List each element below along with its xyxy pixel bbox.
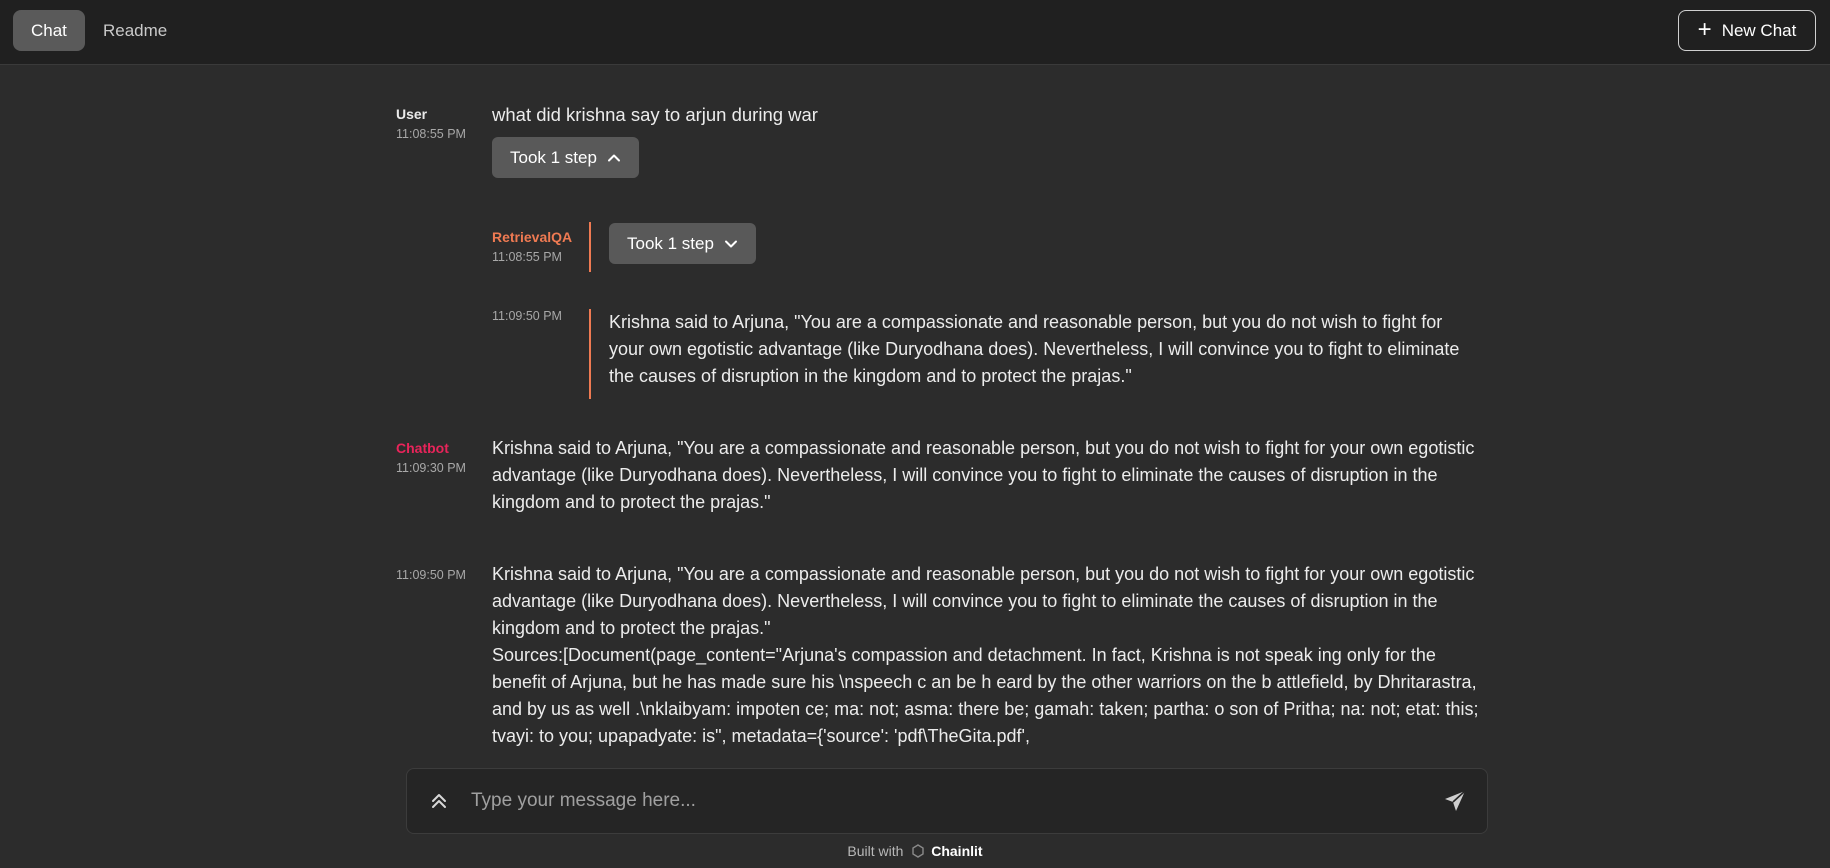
retrieval-output-meta: 11:09:50 PM <box>492 309 562 323</box>
retrieval-steps-toggle[interactable]: Took 1 step <box>609 223 756 264</box>
new-chat-button[interactable]: + New Chat <box>1678 10 1816 51</box>
user-author: User <box>396 106 428 122</box>
final-message-sources: Sources:[Document(page_content="Arjuna's… <box>492 645 1479 746</box>
final-meta: 11:09:50 PM <box>396 568 466 582</box>
final-message: Krishna said to Arjuna, "You are a compa… <box>492 561 1482 749</box>
chatbot-author: Chatbot <box>396 440 449 456</box>
new-chat-label: New Chat <box>1721 20 1797 40</box>
send-icon[interactable] <box>1443 789 1467 813</box>
chatbot-message-text: Krishna said to Arjuna, "You are a compa… <box>492 438 1475 512</box>
user-message-meta: User 11:08:55 PM <box>396 106 466 141</box>
retrieval-time: 11:08:55 PM <box>492 250 562 264</box>
retrieval-output-text: Krishna said to Arjuna, "You are a compa… <box>609 312 1460 386</box>
tab-readme[interactable]: Readme <box>85 10 185 51</box>
message-input[interactable] <box>469 781 1409 821</box>
footer: Built with Chainlit <box>0 843 1830 859</box>
retrieval-output-time: 11:09:50 PM <box>492 309 562 323</box>
user-steps-toggle[interactable]: Took 1 step <box>492 137 639 178</box>
user-steps-label: Took 1 step <box>510 147 597 167</box>
chevrons-up-icon[interactable] <box>427 789 451 813</box>
tab-chat-label: Chat <box>31 20 67 40</box>
tab-readme-label: Readme <box>103 20 168 40</box>
final-time: 11:09:50 PM <box>396 568 466 582</box>
retrieval-author: RetrievalQA <box>492 229 573 245</box>
chainlit-logo-icon <box>912 844 925 858</box>
chatbot-time: 11:09:30 PM <box>396 461 466 475</box>
chevron-down-icon <box>724 240 737 247</box>
user-time: 11:08:55 PM <box>396 127 466 141</box>
retrieval-meta: RetrievalQA 11:08:55 PM <box>492 229 572 264</box>
tab-chat[interactable]: Chat <box>13 10 85 51</box>
message-composer <box>406 768 1488 834</box>
final-message-text: Krishna said to Arjuna, "You are a compa… <box>492 564 1475 638</box>
footer-brand[interactable]: Chainlit <box>931 843 982 859</box>
user-message-text: what did krishna say to arjun during war <box>492 104 818 125</box>
retrieval-steps-label: Took 1 step <box>627 233 714 253</box>
chevron-up-icon <box>607 154 620 161</box>
retrieval-accent-line <box>589 222 591 272</box>
chatbot-meta: Chatbot 11:09:30 PM <box>396 440 466 475</box>
top-bar: Chat Readme + New Chat <box>0 0 1830 65</box>
footer-prefix: Built with <box>847 843 904 859</box>
plus-icon: + <box>1697 15 1712 43</box>
retrieval-output-accent-line <box>589 309 591 399</box>
